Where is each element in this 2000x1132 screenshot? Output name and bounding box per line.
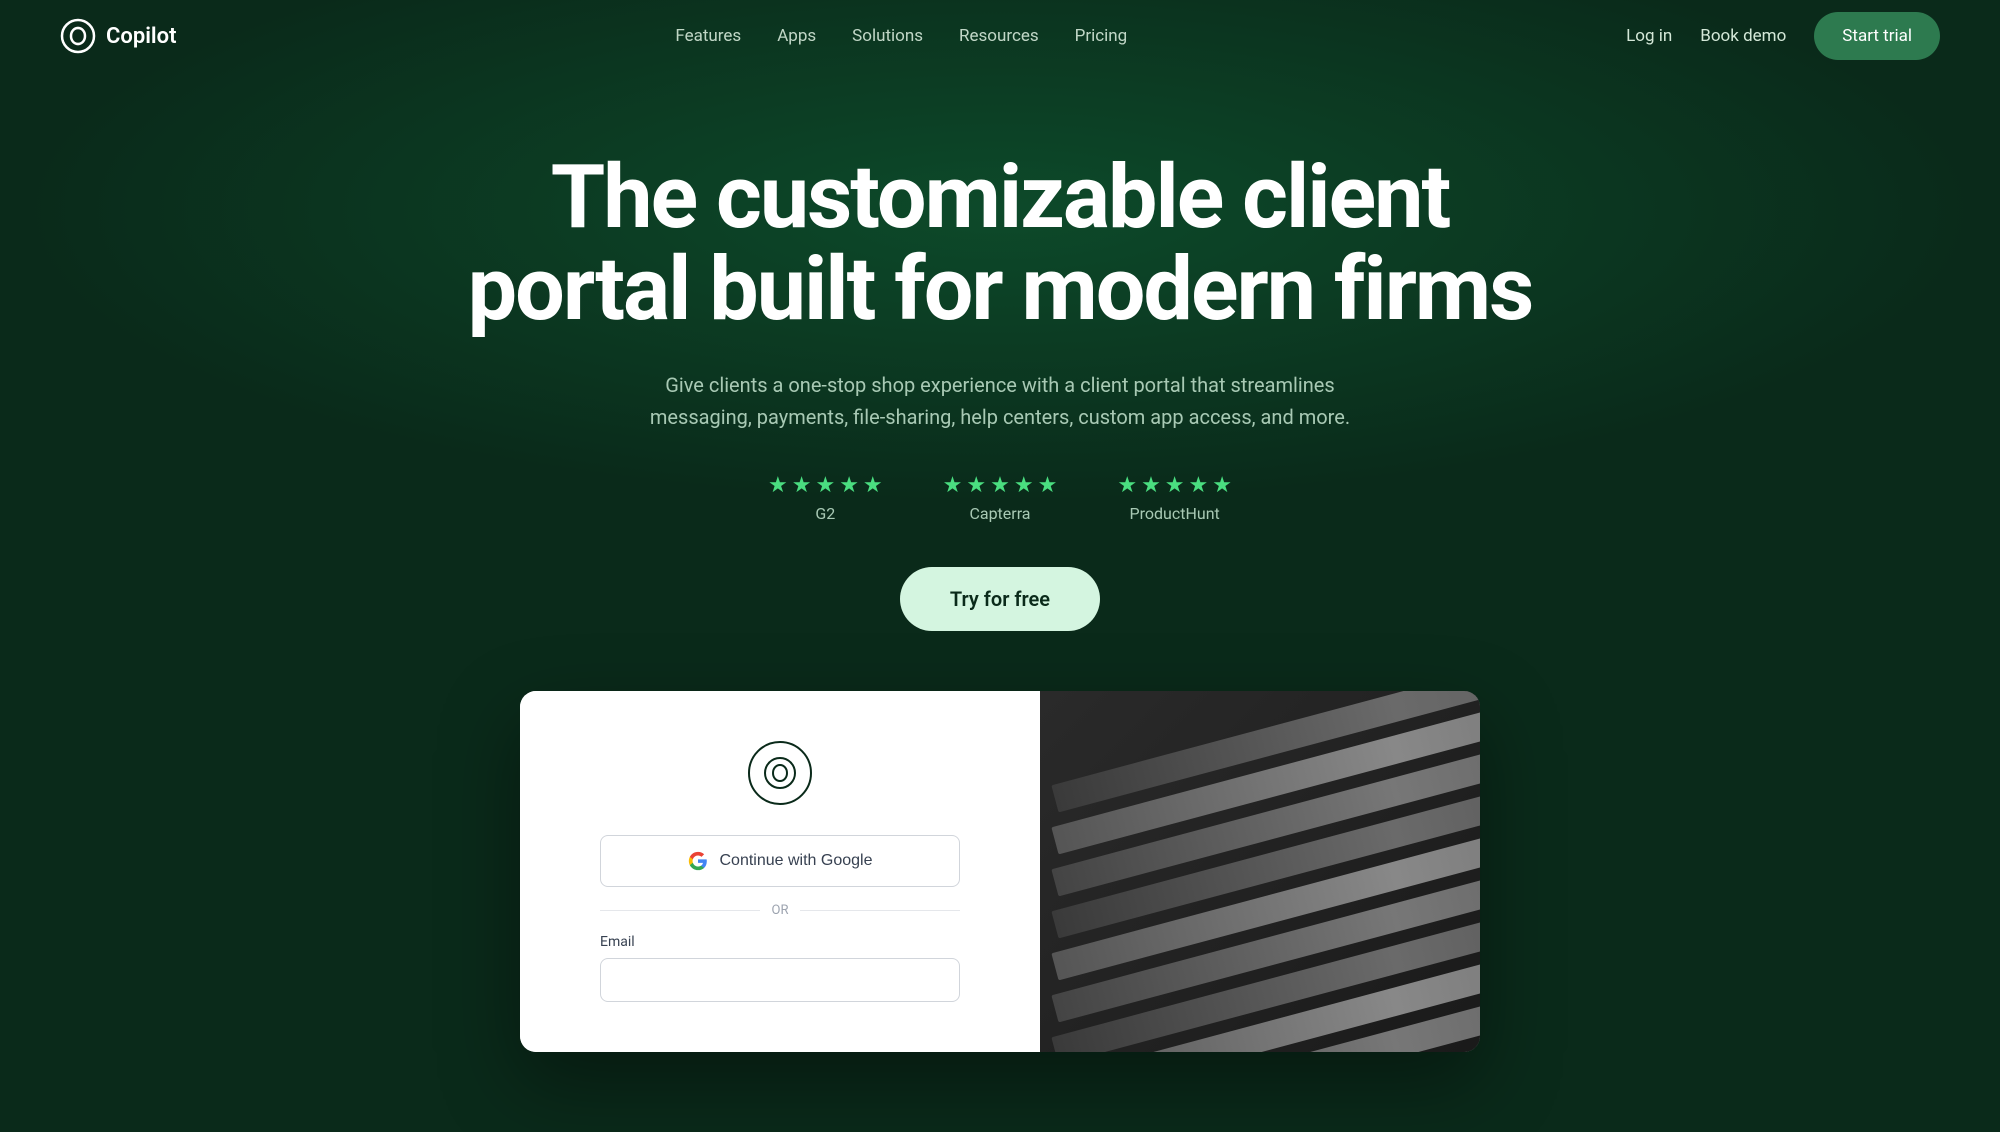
star-4: ★ [1189, 473, 1209, 498]
login-link[interactable]: Log in [1626, 26, 1672, 46]
signup-card: Continue with Google OR Email [520, 691, 1480, 1052]
star-4: ★ [839, 473, 859, 498]
nav-pricing[interactable]: Pricing [1075, 26, 1128, 46]
book-demo-link[interactable]: Book demo [1700, 26, 1786, 46]
star-2: ★ [1141, 473, 1161, 498]
navbar: Copilot Features Apps Solutions Resource… [0, 0, 2000, 72]
google-signin-button[interactable]: Continue with Google [600, 835, 960, 887]
card-image [1040, 691, 1480, 1052]
star-2: ★ [792, 473, 812, 498]
star-2: ★ [966, 473, 986, 498]
email-input[interactable] [600, 958, 960, 1002]
signup-form: Continue with Google OR Email [520, 691, 1040, 1052]
nav-apps[interactable]: Apps [777, 26, 816, 46]
nav-features[interactable]: Features [675, 26, 741, 46]
card-logo-circle [748, 741, 812, 805]
rating-g2: ★ ★ ★ ★ ★ G2 [768, 473, 883, 523]
g2-label: G2 [815, 504, 835, 523]
logo-link[interactable]: Copilot [60, 18, 176, 54]
g2-stars: ★ ★ ★ ★ ★ [768, 473, 883, 498]
star-5: ★ [1038, 473, 1058, 498]
card-logo-icon [762, 755, 798, 791]
nav-right: Log in Book demo Start trial [1626, 12, 1940, 60]
hero-section: The customizable client portal built for… [300, 72, 1700, 1112]
nav-links: Features Apps Solutions Resources Pricin… [675, 26, 1127, 46]
nav-resources[interactable]: Resources [959, 26, 1039, 46]
star-5: ★ [1212, 473, 1232, 498]
star-1: ★ [1117, 473, 1137, 498]
star-3: ★ [815, 473, 835, 498]
hero-subtitle: Give clients a one-stop shop experience … [620, 369, 1380, 433]
logo-icon [60, 18, 96, 54]
pencils-visual [1040, 691, 1480, 1052]
rating-producthunt: ★ ★ ★ ★ ★ ProductHunt [1117, 473, 1232, 523]
logo-text: Copilot [106, 24, 176, 49]
try-free-button[interactable]: Try for free [900, 567, 1100, 631]
email-label: Email [600, 934, 960, 950]
start-trial-button[interactable]: Start trial [1814, 12, 1940, 60]
producthunt-label: ProductHunt [1130, 504, 1220, 523]
star-3: ★ [990, 473, 1010, 498]
ratings-row: ★ ★ ★ ★ ★ G2 ★ ★ ★ ★ ★ Capterra ★ ★ ★ [340, 473, 1660, 523]
rating-capterra: ★ ★ ★ ★ ★ Capterra [943, 473, 1058, 523]
nav-solutions[interactable]: Solutions [852, 26, 923, 46]
or-divider: OR [600, 903, 960, 918]
star-4: ★ [1014, 473, 1034, 498]
capterra-label: Capterra [969, 504, 1030, 523]
hero-title: The customizable client portal built for… [450, 152, 1550, 337]
google-btn-label: Continue with Google [720, 852, 873, 870]
star-3: ★ [1165, 473, 1185, 498]
google-icon [688, 851, 708, 871]
capterra-stars: ★ ★ ★ ★ ★ [943, 473, 1058, 498]
or-text: OR [772, 903, 789, 918]
pencils-image [1040, 691, 1480, 1052]
star-5: ★ [863, 473, 883, 498]
star-1: ★ [768, 473, 788, 498]
star-1: ★ [943, 473, 963, 498]
producthunt-stars: ★ ★ ★ ★ ★ [1117, 473, 1232, 498]
card-logo [748, 741, 812, 805]
